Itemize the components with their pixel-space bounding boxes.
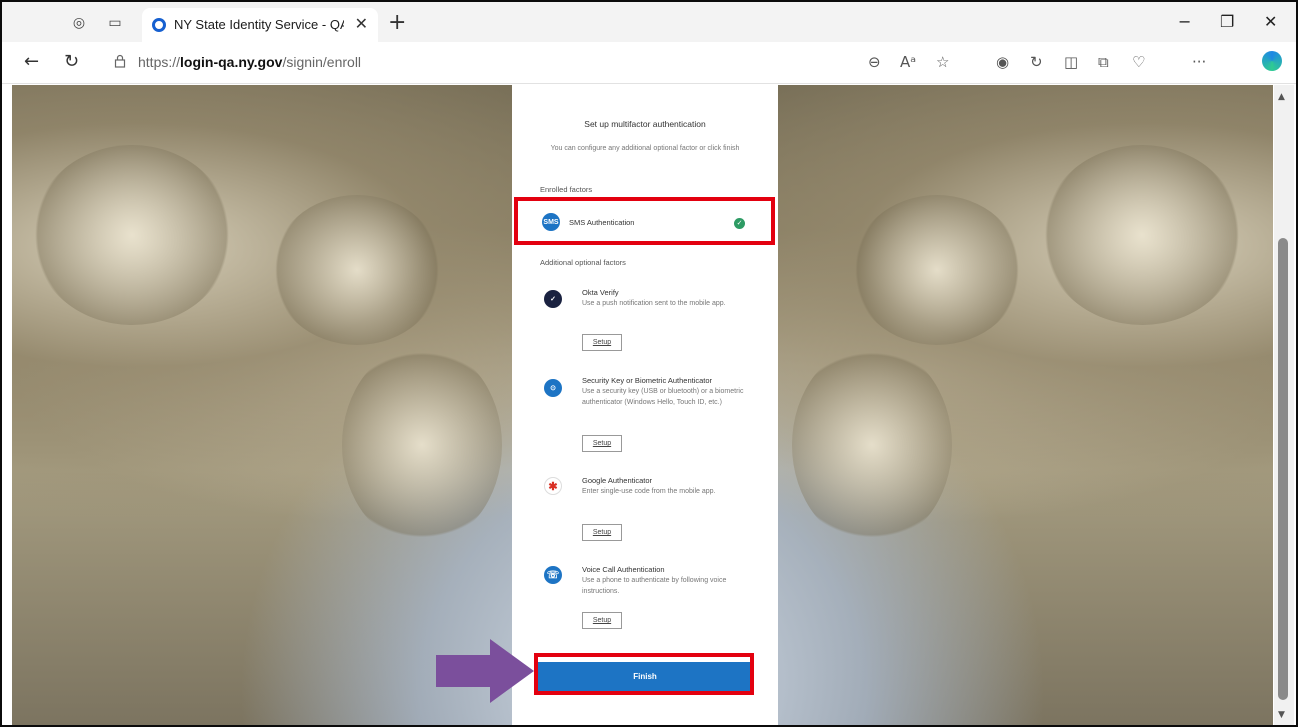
back-icon[interactable]: ←: [24, 51, 39, 72]
background-ornament-left: [342, 345, 502, 545]
collections-icon[interactable]: ⧉: [1098, 53, 1109, 71]
background-capital-right: [1042, 145, 1242, 325]
factor-desc-security-key: Use a security key (USB or bluetooth) or…: [582, 388, 744, 406]
favorite-star-icon[interactable]: ☆: [936, 53, 949, 71]
enroll-card: Set up multifactor authentication You ca…: [512, 85, 778, 725]
url-host: login-qa.ny.gov: [180, 54, 283, 70]
setup-security-key-button[interactable]: Setup: [582, 435, 622, 452]
setup-voice-call-button[interactable]: Setup: [582, 612, 622, 629]
window-close-icon[interactable]: ✕: [1264, 12, 1277, 31]
google-authenticator-icon: ✱: [544, 477, 562, 495]
site-favicon-icon: [152, 18, 166, 32]
active-tab[interactable]: NY State Identity Service - QA - ✕: [142, 8, 378, 42]
phone-icon: ☏: [544, 566, 562, 584]
background-capital-left-2: [272, 195, 442, 345]
lock-icon[interactable]: [114, 54, 126, 68]
zoom-icon[interactable]: ⊖: [868, 53, 881, 71]
enrolled-factors-label: Enrolled factors: [540, 185, 593, 194]
browser-window: ◎ ▭ NY State Identity Service - QA - ✕ +…: [0, 0, 1298, 727]
page-subtitle: You can configure any additional optiona…: [550, 145, 740, 152]
url-path: /signin/enroll: [282, 54, 362, 70]
refresh-icon[interactable]: ↻: [64, 51, 79, 72]
tab-actions-icon[interactable]: ▭: [106, 14, 124, 32]
background-ornament-right: [792, 345, 952, 545]
url-field[interactable]: https://login-qa.ny.gov/signin/enroll: [138, 54, 361, 70]
browser-essentials-icon[interactable]: ♡: [1132, 53, 1145, 71]
factor-name-voice: Voice Call Authentication: [582, 565, 665, 574]
scrollbar-thumb[interactable]: [1278, 238, 1288, 700]
new-tab-button[interactable]: +: [388, 10, 406, 35]
restore-icon[interactable]: ❐: [1220, 12, 1234, 31]
setup-okta-verify-button[interactable]: Setup: [582, 334, 622, 351]
factor-name-security-key: Security Key or Biometric Authenticator: [582, 376, 713, 385]
address-bar-row: ← ↻ https://login-qa.ny.gov/signin/enrol…: [2, 42, 1296, 84]
highlight-box-finish: [534, 653, 754, 695]
workspaces-icon[interactable]: ◎: [70, 14, 88, 32]
tab-title: NY State Identity Service - QA -: [174, 17, 344, 32]
page-title: Set up multifactor authentication: [584, 119, 706, 129]
tab-bar: ◎ ▭ NY State Identity Service - QA - ✕ +…: [2, 2, 1296, 42]
read-aloud-icon[interactable]: Aᵃ: [900, 53, 916, 71]
okta-verify-icon: ✓: [544, 290, 562, 308]
factor-desc-google: Enter single-use code from the mobile ap…: [582, 488, 716, 495]
setup-google-authenticator-button[interactable]: Setup: [582, 524, 622, 541]
scroll-up-icon[interactable]: ▲: [1278, 92, 1285, 102]
scroll-down-icon[interactable]: ▼: [1278, 710, 1285, 720]
background-capital-right-2: [852, 195, 1022, 345]
extension-icon[interactable]: ◉: [996, 53, 1009, 71]
url-scheme: https://: [138, 54, 181, 70]
background-capital-left: [32, 145, 232, 325]
factor-desc-voice: Use a phone to authenticate by following…: [582, 577, 727, 595]
highlight-box-enrolled: [514, 197, 775, 245]
factor-desc-okta: Use a push notification sent to the mobi…: [582, 300, 726, 307]
pointer-arrow-icon: [436, 639, 534, 703]
factor-name-google: Google Authenticator: [582, 476, 653, 485]
copilot-icon[interactable]: [1262, 51, 1282, 71]
minimize-icon[interactable]: −: [1178, 12, 1191, 31]
security-key-icon: ⊙: [544, 379, 562, 397]
refresh-extension-icon[interactable]: ↻: [1030, 53, 1043, 71]
optional-factors-label: Additional optional factors: [540, 258, 626, 267]
split-screen-icon[interactable]: ◫: [1064, 53, 1078, 71]
close-tab-icon[interactable]: ✕: [355, 14, 368, 33]
more-menu-icon[interactable]: ···: [1192, 53, 1206, 71]
factor-name-okta: Okta Verify: [582, 288, 619, 297]
